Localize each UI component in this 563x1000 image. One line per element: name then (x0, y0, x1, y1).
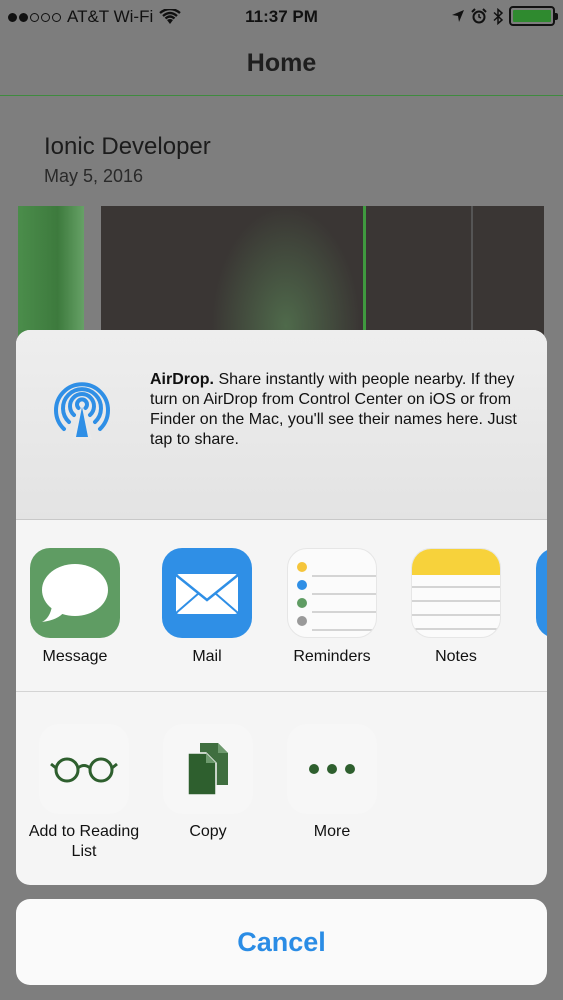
airdrop-icon (54, 382, 110, 439)
share-app-partial-icon[interactable] (536, 548, 547, 638)
share-apps-row: Message Mail Reminders Notes (16, 520, 547, 692)
share-app-label: Reminders (293, 648, 371, 665)
action-label: Add to Reading List (28, 823, 140, 860)
share-app-reminders[interactable]: Reminders (277, 548, 387, 666)
share-actions-row: Add to Reading List Copy More (16, 692, 547, 885)
action-add-reading-list[interactable]: Add to Reading List (24, 724, 144, 862)
airdrop-section[interactable]: AirDrop. Share instantly with people nea… (16, 330, 547, 520)
glasses-icon (39, 724, 129, 814)
share-app-label: Notes (435, 648, 477, 665)
share-app-message[interactable]: Message (20, 548, 130, 666)
share-app-notes[interactable]: Notes (401, 548, 511, 666)
location-icon (452, 10, 464, 22)
page-title: Home (246, 49, 317, 77)
action-label: Copy (189, 823, 227, 840)
battery-icon (509, 6, 558, 26)
share-app-label: Mail (192, 648, 222, 665)
status-bar: AT&T Wi-Fi 11:37 PM (0, 0, 563, 34)
cancel-button[interactable]: Cancel (16, 899, 547, 985)
share-app-label: Message (42, 648, 108, 665)
reminders-icon (287, 548, 377, 638)
notes-icon (411, 548, 501, 638)
mail-icon (162, 548, 252, 638)
airdrop-title: AirDrop. (150, 371, 214, 388)
status-right (451, 6, 558, 26)
action-more[interactable]: More (272, 724, 392, 842)
copy-icon (163, 724, 253, 814)
message-icon (30, 548, 120, 638)
action-label: More (313, 823, 351, 840)
action-copy[interactable]: Copy (148, 724, 268, 842)
card-date: May 5, 2016 (44, 166, 144, 186)
more-icon (287, 724, 377, 814)
share-sheet: AirDrop. Share instantly with people nea… (16, 330, 547, 885)
share-app-mail[interactable]: Mail (152, 548, 262, 666)
card-title: Ionic Developer (44, 133, 211, 160)
bluetooth-icon (493, 7, 503, 25)
nav-bar: Home (0, 34, 563, 96)
alarm-icon (471, 8, 487, 24)
airdrop-description: AirDrop. Share instantly with people nea… (150, 370, 520, 450)
